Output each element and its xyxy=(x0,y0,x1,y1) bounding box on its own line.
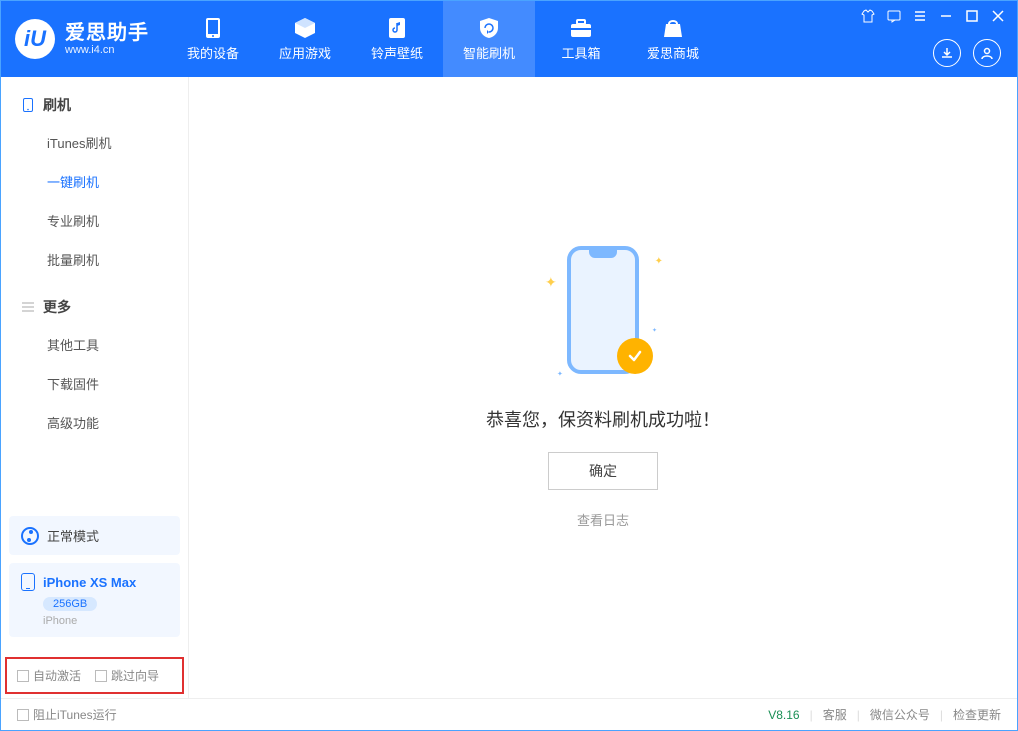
app-url: www.i4.cn xyxy=(65,44,149,56)
phone-outline-icon xyxy=(21,573,35,591)
sidebar-item-pro-flash[interactable]: 专业刷机 xyxy=(1,201,188,240)
footer-link-wechat[interactable]: 微信公众号 xyxy=(870,706,930,723)
sidebar-item-batch-flash[interactable]: 批量刷机 xyxy=(1,240,188,279)
sidebar-item-itunes-flash[interactable]: iTunes刷机 xyxy=(1,123,188,162)
music-file-icon xyxy=(384,17,410,39)
logo[interactable]: iU 爱思助手 www.i4.cn xyxy=(1,1,167,77)
tshirt-icon[interactable] xyxy=(859,7,877,25)
download-button[interactable] xyxy=(933,39,961,67)
maximize-button[interactable] xyxy=(963,7,981,25)
nav-label: 我的设备 xyxy=(187,43,239,62)
refresh-shield-icon xyxy=(476,17,502,39)
sidebar-item-other-tools[interactable]: 其他工具 xyxy=(1,325,188,364)
nav-my-device[interactable]: 我的设备 xyxy=(167,1,259,77)
nav-label: 智能刷机 xyxy=(463,43,515,62)
main-nav: 我的设备 应用游戏 铃声壁纸 智能刷机 工具箱 爱思商城 xyxy=(167,1,719,77)
checkbox-skip-guide[interactable]: 跳过向导 xyxy=(95,667,159,684)
nav-label: 爱思商城 xyxy=(647,43,699,62)
nav-label: 铃声壁纸 xyxy=(371,43,423,62)
nav-toolbox[interactable]: 工具箱 xyxy=(535,1,627,77)
logo-icon: iU xyxy=(15,19,55,59)
sidebar-item-advanced[interactable]: 高级功能 xyxy=(1,403,188,442)
section-title: 刷机 xyxy=(43,95,71,115)
device-name: iPhone XS Max xyxy=(43,575,136,590)
feedback-icon[interactable] xyxy=(885,7,903,25)
sidebar-item-onekey-flash[interactable]: 一键刷机 xyxy=(1,162,188,201)
main-content: ✦ ✦ ✦ ✦ 恭喜您，保资料刷机成功啦！ 确定 查看日志 xyxy=(189,77,1017,698)
sparkle-icon: ✦ xyxy=(557,370,563,378)
sidebar-item-download-firmware[interactable]: 下载固件 xyxy=(1,364,188,403)
sidebar: 刷机 iTunes刷机 一键刷机 专业刷机 批量刷机 更多 其他工具 下载固件 … xyxy=(1,77,189,698)
checkbox-icon xyxy=(17,670,29,682)
nav-store[interactable]: 爱思商城 xyxy=(627,1,719,77)
sidebar-section-flash: 刷机 xyxy=(1,95,188,123)
header: iU 爱思助手 www.i4.cn 我的设备 应用游戏 铃声壁纸 智能刷机 工具… xyxy=(1,1,1017,77)
menu-icon[interactable] xyxy=(911,7,929,25)
view-log-link[interactable]: 查看日志 xyxy=(577,510,629,529)
device-icon xyxy=(200,17,226,39)
bag-icon xyxy=(660,17,686,39)
success-message: 恭喜您，保资料刷机成功啦！ xyxy=(486,406,720,432)
close-button[interactable] xyxy=(989,7,1007,25)
nav-ringtones[interactable]: 铃声壁纸 xyxy=(351,1,443,77)
header-user-controls xyxy=(933,39,1001,67)
minimize-button[interactable] xyxy=(937,7,955,25)
cube-icon xyxy=(292,17,318,39)
list-icon xyxy=(21,300,35,314)
sparkle-icon: ✦ xyxy=(652,327,657,334)
nav-smart-flash[interactable]: 智能刷机 xyxy=(443,1,535,77)
checkmark-badge-icon xyxy=(617,338,653,374)
toolbox-icon xyxy=(568,17,594,39)
section-title: 更多 xyxy=(43,297,71,317)
nav-label: 工具箱 xyxy=(561,43,600,62)
app-title: 爱思助手 xyxy=(65,22,149,44)
phone-icon xyxy=(21,98,35,112)
device-card[interactable]: iPhone XS Max 256GB iPhone xyxy=(9,563,180,637)
footer-link-update[interactable]: 检查更新 xyxy=(953,706,1001,723)
footer: 阻止iTunes运行 V8.16 | 客服 | 微信公众号 | 检查更新 xyxy=(1,698,1017,730)
checkbox-icon xyxy=(95,670,107,682)
highlighted-options: 自动激活 跳过向导 xyxy=(5,657,184,694)
mode-label: 正常模式 xyxy=(47,526,99,545)
sparkle-icon: ✦ xyxy=(655,256,663,267)
version-label: V8.16 xyxy=(768,708,799,722)
nav-apps-games[interactable]: 应用游戏 xyxy=(259,1,351,77)
success-illustration: ✦ ✦ ✦ ✦ xyxy=(543,246,663,386)
sparkle-icon: ✦ xyxy=(545,274,557,291)
user-button[interactable] xyxy=(973,39,1001,67)
nav-label: 应用游戏 xyxy=(279,43,331,62)
device-type: iPhone xyxy=(43,615,168,627)
window-controls xyxy=(859,7,1007,25)
checkbox-block-itunes[interactable]: 阻止iTunes运行 xyxy=(17,706,117,723)
sidebar-section-more: 更多 xyxy=(1,297,188,325)
storage-badge: 256GB xyxy=(43,597,97,611)
mode-card[interactable]: 正常模式 xyxy=(9,516,180,555)
checkbox-icon xyxy=(17,709,29,721)
ok-button[interactable]: 确定 xyxy=(548,452,658,490)
mode-icon xyxy=(21,527,39,545)
checkbox-auto-activate[interactable]: 自动激活 xyxy=(17,667,81,684)
footer-link-support[interactable]: 客服 xyxy=(823,706,847,723)
